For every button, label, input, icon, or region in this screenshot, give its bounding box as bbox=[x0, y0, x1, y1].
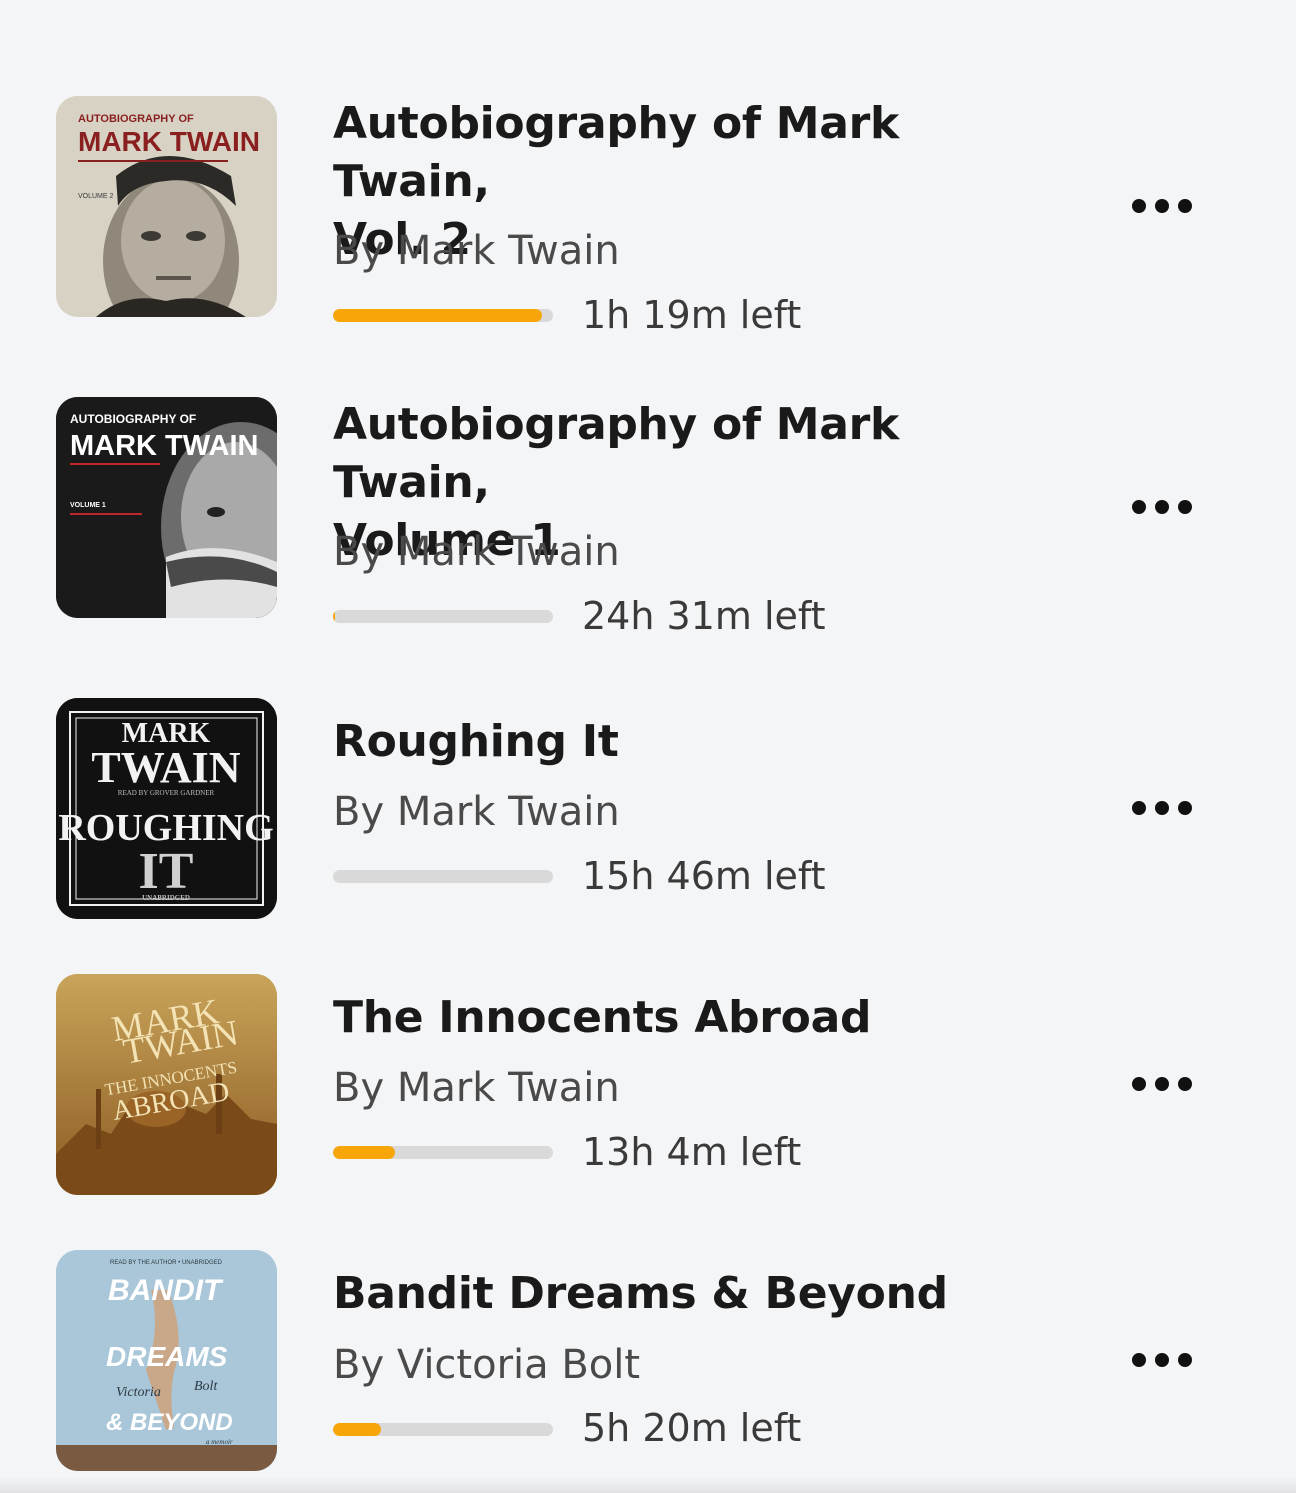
more-horizontal-icon bbox=[1132, 1353, 1146, 1367]
more-horizontal-icon-dot bbox=[1155, 1077, 1169, 1091]
book-author-2: By Mark Twain bbox=[333, 529, 620, 575]
book-title-4[interactable]: The Innocents Abroad bbox=[333, 989, 1033, 1047]
cover-5-bottom-text: & BEYOND bbox=[106, 1409, 233, 1436]
progress-fill-2 bbox=[333, 610, 336, 623]
cover-3-edition: UNABRIDGED bbox=[142, 894, 190, 902]
cover-2-top-text: AUTOBIOGRAPHY OF bbox=[70, 412, 196, 426]
book-author-1: By Mark Twain bbox=[333, 228, 620, 274]
more-horizontal-icon-dot bbox=[1178, 199, 1192, 213]
cover-5-author-first: Victoria bbox=[116, 1385, 161, 1400]
book-author-5: By Victoria Bolt bbox=[333, 1342, 641, 1388]
progress-bar-3 bbox=[333, 870, 553, 883]
book-cover-3[interactable]: MARK TWAIN READ BY GROVER GARDNER ROUGHI… bbox=[56, 698, 277, 919]
more-horizontal-icon-dot bbox=[1155, 1353, 1169, 1367]
cover-3-read-by: READ BY GROVER GARDNER bbox=[118, 789, 215, 797]
more-options-button-5[interactable] bbox=[1118, 1340, 1206, 1380]
book-cover-art-5: READ BY THE AUTHOR • UNABRIDGED BANDIT D… bbox=[56, 1250, 277, 1471]
book-title-5[interactable]: Bandit Dreams & Beyond bbox=[333, 1265, 1033, 1323]
more-horizontal-icon bbox=[1132, 801, 1146, 815]
progress-bar-2 bbox=[333, 610, 553, 623]
more-horizontal-icon bbox=[1132, 199, 1146, 213]
book-title-3-line-1: Roughing It bbox=[333, 716, 619, 767]
more-horizontal-icon-dot bbox=[1155, 500, 1169, 514]
cover-3-main-text: TWAIN bbox=[91, 743, 240, 792]
cover-2-main-text: MARK TWAIN bbox=[70, 430, 258, 462]
cover-1-sub-text: VOLUME 2 bbox=[78, 193, 114, 200]
more-horizontal-icon bbox=[1132, 500, 1146, 514]
book-cover-4[interactable]: MARK TWAIN THE INNOCENTS ABROAD bbox=[56, 974, 277, 1195]
cover-1-top-text: AUTOBIOGRAPHY OF bbox=[78, 113, 194, 125]
cover-5-main-text: BANDIT bbox=[108, 1274, 224, 1307]
progress-bar-1 bbox=[333, 309, 553, 322]
time-left-2: 24h 31m left bbox=[582, 594, 826, 638]
cover-5-top-text: READ BY THE AUTHOR • UNABRIDGED bbox=[110, 1260, 223, 1266]
time-left-1: 1h 19m left bbox=[582, 293, 802, 337]
more-options-button-4[interactable] bbox=[1118, 1064, 1206, 1104]
time-left-4: 13h 4m left bbox=[582, 1130, 802, 1174]
progress-fill-5 bbox=[333, 1423, 382, 1436]
cover-5-tag: a memoir bbox=[206, 1438, 233, 1446]
time-left-3: 15h 46m left bbox=[582, 854, 826, 898]
book-title-5-line-1: Bandit Dreams & Beyond bbox=[333, 1268, 948, 1319]
more-horizontal-icon-dot bbox=[1155, 801, 1169, 815]
more-horizontal-icon-dot bbox=[1178, 801, 1192, 815]
audiobook-library-list: AUTOBIOGRAPHY OF MARK TWAIN VOLUME 2 Aut… bbox=[0, 0, 1296, 1493]
book-cover-art-2: AUTOBIOGRAPHY OF MARK TWAIN VOLUME 1 bbox=[56, 397, 277, 618]
more-options-button-3[interactable] bbox=[1118, 788, 1206, 828]
book-cover-art-4: MARK TWAIN THE INNOCENTS ABROAD bbox=[56, 974, 277, 1195]
more-horizontal-icon-dot bbox=[1178, 1077, 1192, 1091]
cover-1-main-text: MARK TWAIN bbox=[78, 126, 260, 157]
progress-fill-1 bbox=[333, 309, 542, 322]
bottom-edge-shadow bbox=[0, 1477, 1296, 1493]
book-title-4-line-1: The Innocents Abroad bbox=[333, 992, 872, 1043]
time-left-5: 5h 20m left bbox=[582, 1406, 802, 1450]
book-cover-art-1: AUTOBIOGRAPHY OF MARK TWAIN VOLUME 2 bbox=[56, 96, 277, 317]
more-options-button-1[interactable] bbox=[1118, 186, 1206, 226]
more-horizontal-icon-dot bbox=[1178, 1353, 1192, 1367]
cover-5-author-last: Bolt bbox=[194, 1379, 218, 1394]
cover-2-sub-text: VOLUME 1 bbox=[70, 502, 106, 509]
progress-bar-4 bbox=[333, 1146, 553, 1159]
book-title-3[interactable]: Roughing It bbox=[333, 713, 1033, 771]
book-title-2-line-1: Autobiography of Mark Twain, bbox=[333, 399, 899, 508]
book-title-1-line-1: Autobiography of Mark Twain, bbox=[333, 98, 899, 207]
book-author-4: By Mark Twain bbox=[333, 1065, 620, 1111]
book-cover-5[interactable]: READ BY THE AUTHOR • UNABRIDGED BANDIT D… bbox=[56, 1250, 277, 1471]
cover-5-sub-text: DREAMS bbox=[106, 1341, 228, 1372]
more-horizontal-icon bbox=[1132, 1077, 1146, 1091]
progress-bar-5 bbox=[333, 1423, 553, 1436]
more-options-button-2[interactable] bbox=[1118, 487, 1206, 527]
book-cover-art-3: MARK TWAIN READ BY GROVER GARDNER ROUGHI… bbox=[56, 698, 277, 919]
more-horizontal-icon-dot bbox=[1155, 199, 1169, 213]
progress-fill-4 bbox=[333, 1146, 395, 1159]
cover-3-bottom-text: IT bbox=[139, 843, 194, 900]
book-cover-1[interactable]: AUTOBIOGRAPHY OF MARK TWAIN VOLUME 2 bbox=[56, 96, 277, 317]
more-horizontal-icon-dot bbox=[1178, 500, 1192, 514]
book-author-3: By Mark Twain bbox=[333, 789, 620, 835]
book-cover-2[interactable]: AUTOBIOGRAPHY OF MARK TWAIN VOLUME 1 bbox=[56, 397, 277, 618]
